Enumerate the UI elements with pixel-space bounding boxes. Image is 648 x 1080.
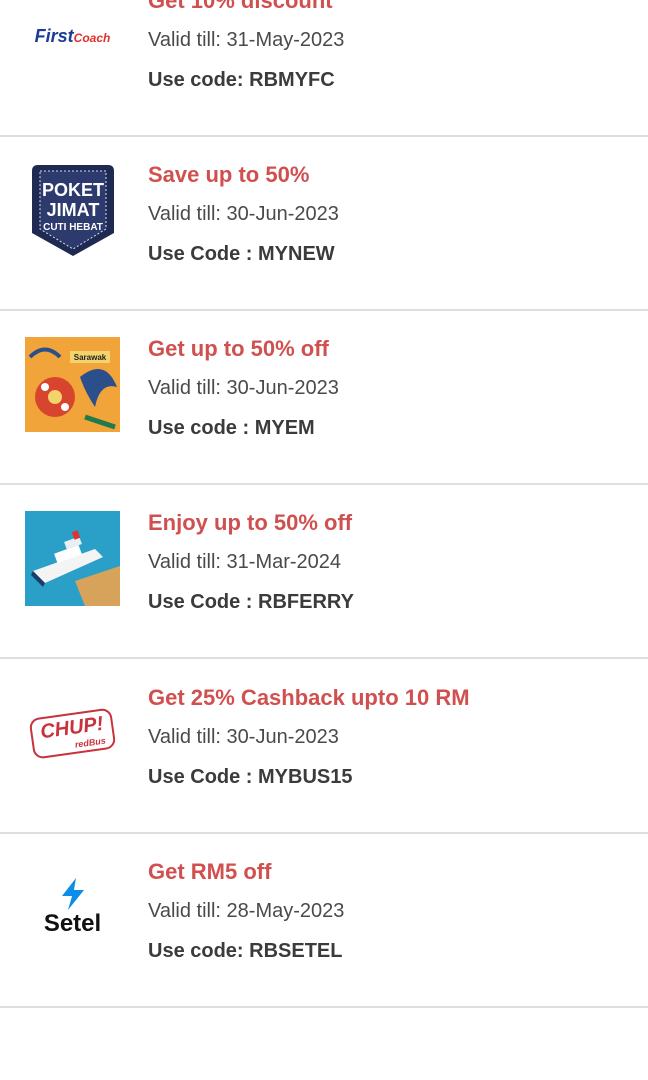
svg-text:CUTI HEBAT: CUTI HEBAT (43, 222, 103, 233)
offer-card[interactable]: Setel Get RM5 off Valid till: 28-May-202… (0, 834, 648, 1008)
offer-validity: Valid till: 31-Mar-2024 (148, 551, 342, 573)
offer-code: Use code : MYEM (148, 417, 315, 439)
offer-title: Get up to 50% off (148, 336, 329, 361)
offer-code: Use code: RBSETEL (148, 940, 343, 962)
sarawak-artwork-icon: Sarawak (25, 337, 120, 432)
ferry-boat-icon (25, 511, 120, 606)
offer-card[interactable]: Sarawak Get up to 50% off Valid till: 30… (0, 311, 648, 485)
setel-logo: Setel (25, 860, 120, 955)
offer-code: Use Code : MYNEW (148, 243, 335, 265)
offer-validity: Valid till: 28-May-2023 (148, 900, 345, 922)
offer-title: Get RM5 off (148, 859, 272, 884)
offer-title: Save up to 50% (148, 162, 310, 187)
offer-code: Use Code : RBFERRY (148, 591, 354, 613)
svg-text:Sarawak: Sarawak (74, 353, 107, 362)
offer-code: Use code: RBMYFC (148, 69, 335, 91)
lightning-bolt-icon (61, 877, 84, 910)
offer-code: Use Code : MYBUS15 (148, 766, 353, 788)
chup-redbus-logo: CHUP! redBus (25, 686, 120, 781)
offer-title: Get 25% Cashback upto 10 RM (148, 685, 470, 710)
offer-card[interactable]: Enjoy up to 50% off Valid till: 31-Mar-2… (0, 485, 648, 659)
offer-title: Get 10% discount (148, 0, 333, 13)
svg-text:POKET: POKET (41, 180, 103, 200)
offer-title: Enjoy up to 50% off (148, 510, 353, 535)
firstcoach-logo: FirstCoach (34, 26, 111, 46)
offer-validity: Valid till: 30-Jun-2023 (148, 203, 339, 225)
offer-card[interactable]: POKET JIMAT CUTI HEBAT Save up to 50% Va… (0, 137, 648, 311)
offer-validity: Valid till: 30-Jun-2023 (148, 377, 339, 399)
offer-validity: Valid till: 31-May-2023 (148, 29, 345, 51)
poket-jimat-badge-icon: POKET JIMAT CUTI HEBAT (25, 163, 120, 258)
offer-card[interactable]: FirstCoach Get 10% discount Valid till: … (0, 0, 648, 137)
offer-validity: Valid till: 30-Jun-2023 (148, 726, 339, 748)
offer-card[interactable]: CHUP! redBus Get 25% Cashback upto 10 RM… (0, 660, 648, 834)
svg-text:JIMAT: JIMAT (46, 200, 99, 220)
